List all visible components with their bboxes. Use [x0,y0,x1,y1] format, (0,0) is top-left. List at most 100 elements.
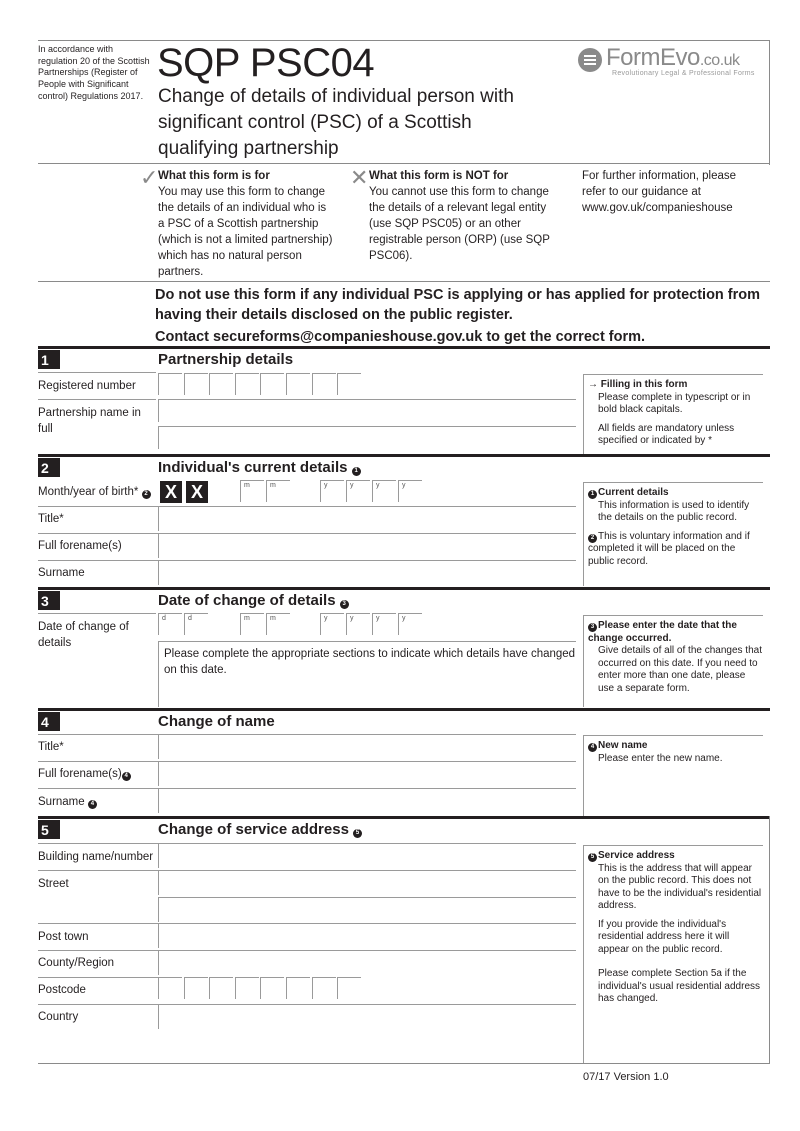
postcode-char-box[interactable] [234,977,259,999]
change-month-box[interactable]: m [240,613,264,635]
voluntary-note-body: This is voluntary information and if com… [588,530,750,567]
formevo-logo: FormEvo.co.uk Revolutionary Legal & Prof… [578,44,758,86]
birth-year-box[interactable]: y [320,480,344,502]
change-day-box[interactable]: d [158,613,182,635]
note-1-icon: 1 [588,490,597,499]
post-town-label: Post town [38,931,89,943]
date-of-change-label: Date of change of details [38,621,129,649]
registered-number-char-box[interactable] [183,373,208,395]
change-year-box[interactable]: y [346,613,370,635]
postcode-char-box[interactable] [209,977,234,999]
section-3-title: Date of change of details 3 [158,591,350,611]
service-address-note-body-3: Please complete Section 5a if the indivi… [598,968,761,1004]
current-title-label: Title* [38,513,64,525]
section-5-title: Change of service address 5 [158,820,363,840]
change-day-box[interactable]: d [184,613,208,635]
new-name-note-title: New name [598,740,648,751]
registered-number-char-box[interactable] [234,373,259,395]
birth-year-box[interactable]: y [398,480,422,502]
form-not-for-body: You cannot use this form to change the d… [369,186,550,262]
cross-icon: ✕ [350,165,369,190]
birth-month-box[interactable]: m [266,480,290,502]
street-field-line-2[interactable] [158,897,576,922]
current-forenames-field[interactable] [158,533,576,558]
registered-number-char-box[interactable] [311,373,336,395]
change-month-box[interactable]: m [266,613,290,635]
service-address-note-body-1: This is the address that will appear on … [598,862,762,912]
registered-number-char-box[interactable] [286,373,310,395]
partnership-name-line-2[interactable] [158,426,576,449]
blocked-day-box: X [160,481,182,503]
change-year-box[interactable]: y [320,613,344,635]
arrow-icon: → [588,379,598,390]
postcode-char-box[interactable] [260,977,285,999]
form-for-body: You may use this form to change the deta… [158,186,333,278]
change-year-box[interactable]: y [398,613,422,635]
section-4-number: 4 [38,712,60,731]
registered-number-char-box[interactable] [209,373,234,395]
label-rule [38,734,158,735]
new-name-note: 4 New name Please enter the new name. [583,735,763,816]
birth-year-box[interactable]: y [346,480,370,502]
regulation-text: In accordance with regulation 20 of the … [38,44,150,101]
post-town-field[interactable] [158,923,576,948]
county-field[interactable] [158,950,576,975]
birth-year-box[interactable]: y [372,480,396,502]
note-2-icon: 2 [141,490,151,499]
new-forenames-label: Full forename(s) 4 [38,766,156,782]
form-not-for-block: What this form is NOT for You cannot use… [369,168,559,264]
current-surname-field[interactable] [158,560,576,585]
note-1-icon: 1 [351,467,361,476]
new-surname-label-text: Surname [38,796,85,808]
logo-name: FormEvo [606,44,700,71]
filling-in-form-note: → Filling in this form Please complete i… [583,374,763,454]
postcode-char-box[interactable] [286,977,310,999]
date-change-note-body: Give details of all of the changes that … [598,645,762,694]
new-forenames-field[interactable] [158,761,576,786]
intro-divider [38,281,770,282]
label-rule [38,399,156,400]
postcode-char-box[interactable] [311,977,336,999]
current-title-field[interactable] [158,506,576,531]
section-1-rule [38,346,770,349]
current-forenames-label: Full forename(s) [38,540,122,552]
version-footer: 07/17 Version 1.0 [583,1071,669,1083]
registered-number-char-box[interactable] [158,373,182,395]
date-change-note: 3 Please enter the date that the change o… [583,615,763,707]
postcode-char-box[interactable] [183,977,208,999]
current-details-note-body: This information is used to identify the… [598,499,750,524]
form-title: Change of details of individual person w… [158,86,514,159]
top-rule [38,40,770,41]
county-label: County/Region [38,957,115,969]
section-5-title-text: Change of service address [158,821,349,838]
section-1-number: 1 [38,350,60,369]
registered-number-char-box[interactable] [337,373,362,395]
postcode-char-box[interactable] [337,977,362,999]
label-rule [38,843,158,844]
month-year-label-text: Month/year of birth* [38,486,139,498]
label-rule [38,560,158,561]
birth-month-box[interactable]: m [240,480,264,502]
date-change-note-title: Please enter the date that the change oc… [588,620,737,644]
service-address-note-title: Service address [598,850,675,861]
country-field[interactable] [158,1004,576,1029]
street-field-line-1[interactable] [158,870,576,895]
label-rule [38,977,158,978]
building-field[interactable] [158,843,576,868]
postcode-char-box[interactable] [158,977,182,999]
label-rule [38,533,158,534]
partnership-name-line-1[interactable] [158,399,576,422]
street-label: Street [38,878,69,890]
registered-number-char-box[interactable] [260,373,285,395]
change-year-box[interactable]: y [372,613,396,635]
new-title-field[interactable] [158,734,576,759]
label-rule [38,761,158,762]
note-4-icon: 4 [87,800,97,809]
note-3-icon: 3 [339,600,349,609]
filling-title: Filling in this form [600,379,688,390]
new-surname-field[interactable] [158,788,576,813]
note-4-icon: 4 [588,743,597,752]
label-rule [38,950,158,951]
label-rule [38,613,156,614]
section-2-title-text: Individual's current details [158,459,348,476]
